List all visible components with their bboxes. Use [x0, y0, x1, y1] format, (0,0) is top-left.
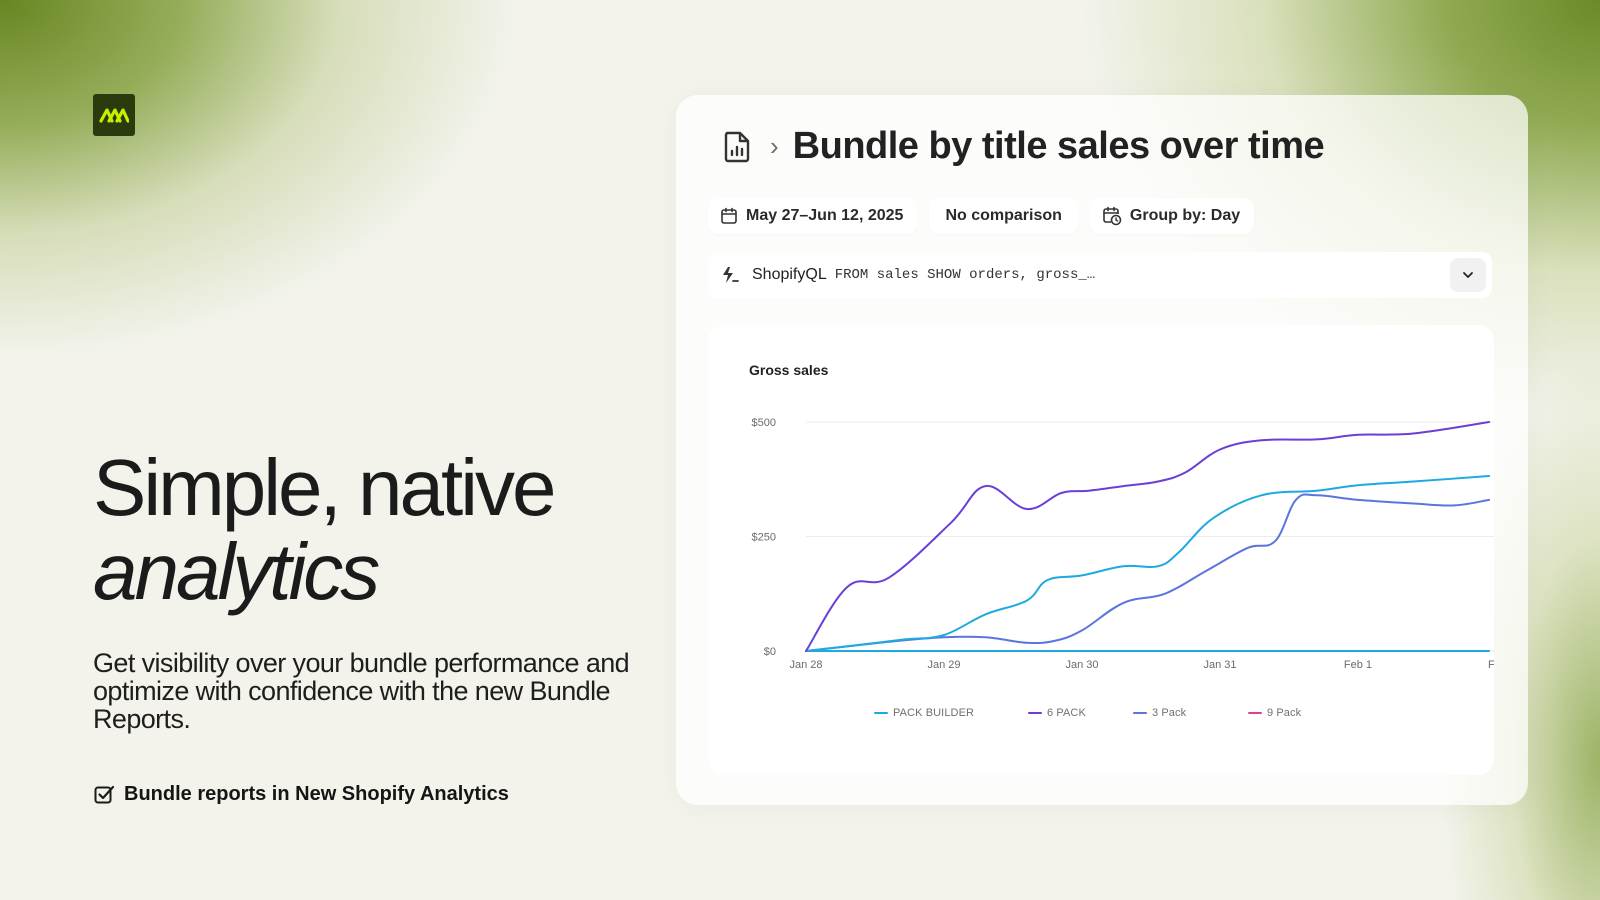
legend-item[interactable]: 6 PACK [1028, 707, 1086, 719]
chart-panel: Gross sales $500 $250 $0 Jan 28 Jan 29 Jan 30… [708, 325, 1494, 775]
legend-swatch [874, 712, 888, 714]
shopifyql-label: ShopifyQL [752, 266, 827, 283]
checkbox-icon [94, 785, 115, 803]
y-tick-label: $250 [752, 532, 776, 544]
x-tick-label: Jan 31 [1203, 659, 1236, 671]
report-title: Bundle by title sales over time [792, 125, 1325, 167]
x-tick-label: Feb 1 [1344, 659, 1372, 671]
legend-item[interactable]: 3 Pack [1133, 707, 1186, 719]
legend-label: 3 Pack [1152, 707, 1187, 719]
legend-item[interactable]: PACK BUILDER [874, 707, 974, 719]
calendar-icon [721, 207, 737, 224]
group-by-button[interactable]: Group by: Day [1089, 198, 1255, 234]
shopifyql-bar[interactable]: ShopifyQL FROM sales SHOW orders, gross_… [708, 252, 1492, 298]
x-tick-label: Jan 29 [927, 659, 960, 671]
brand-logo [93, 94, 135, 136]
report-document-icon[interactable] [722, 130, 752, 164]
feature-item: Bundle reports in New Shopify Analytics [93, 783, 509, 806]
legend-label: 9 Pack [1267, 707, 1302, 719]
report-filters: May 27–Jun 12, 2025 No comparison Group … [708, 198, 1255, 234]
date-range-label: May 27–Jun 12, 2025 [746, 207, 904, 224]
series-line-3-pack [805, 493, 1491, 652]
legend-item[interactable]: 9 Pack [1248, 707, 1301, 719]
logo-mark-icon [99, 108, 129, 123]
feature-label: Bundle reports in New Shopify Analytics [124, 783, 509, 805]
y-tick-label: $500 [752, 417, 776, 429]
legend-swatch [1028, 712, 1042, 714]
chevron-down-icon [1463, 272, 1473, 278]
expand-query-button[interactable] [1450, 258, 1486, 292]
comparison-label: No comparison [945, 207, 1062, 224]
group-by-label: Group by: Day [1129, 207, 1241, 224]
y-tick-label: $0 [764, 646, 776, 658]
date-range-button[interactable]: May 27–Jun 12, 2025 [708, 198, 918, 234]
shopifyql-query[interactable]: FROM sales SHOW orders, gross_… [835, 267, 1095, 283]
comparison-button[interactable]: No comparison [929, 198, 1078, 234]
x-tick-label: Jan 30 [1065, 659, 1098, 671]
legend-swatch [1133, 712, 1147, 714]
legend-label: PACK BUILDER [893, 707, 975, 719]
lightning-icon [723, 267, 739, 283]
calendar-clock-icon [1103, 206, 1122, 226]
hero-heading: Simple, native analytics [93, 443, 556, 616]
report-header: › Bundle by title sales over time [722, 125, 1325, 168]
legend-swatch [1248, 712, 1262, 714]
chart-legend: PACK BUILDER 6 PACK 3 Pack 9 Pack [708, 707, 1494, 727]
legend-label: 6 PACK [1047, 707, 1086, 719]
x-tick-label: Fe [1488, 659, 1494, 671]
breadcrumb-separator: › [770, 131, 779, 161]
report-card: › Bundle by title sales over time May 27… [676, 95, 1528, 805]
hero-description: Get visibility over your bundle performa… [93, 648, 630, 734]
hero-title-line2: analytics [93, 527, 380, 616]
x-tick-label: Jan 28 [789, 659, 822, 671]
hero-title-line1: Simple, native [93, 443, 556, 532]
line-chart: $500 $250 $0 Jan 28 Jan 29 Jan 30 Jan 31 Feb 1 F… [752, 417, 1494, 671]
